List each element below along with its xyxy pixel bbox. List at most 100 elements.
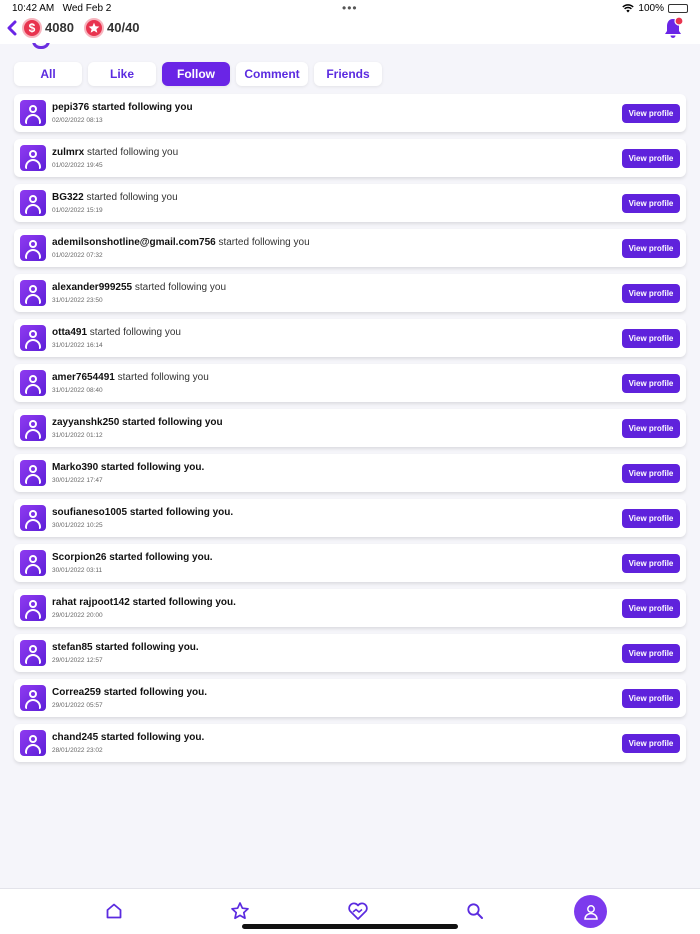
notification-text: Correa259 started following you. bbox=[52, 687, 208, 698]
timestamp: 29/01/2022 20:00 bbox=[52, 612, 103, 619]
notification-text: alexander999255 started following you bbox=[52, 282, 227, 293]
view-profile-button[interactable]: View profile bbox=[622, 149, 680, 168]
avatar[interactable] bbox=[20, 100, 46, 126]
notification-text: zayyanshk250 started following you bbox=[52, 417, 223, 428]
coins-count: 4080 bbox=[45, 20, 74, 35]
list-item: Scorpion26 started following you. 30/01/… bbox=[14, 544, 686, 582]
notification-text: rahat rajpoot142 started following you. bbox=[52, 597, 236, 608]
timestamp: 31/01/2022 01:12 bbox=[52, 432, 103, 439]
timestamp: 01/02/2022 07:32 bbox=[52, 252, 103, 259]
notification-text: soufianeso1005 started following you. bbox=[52, 507, 234, 518]
list-item: stefan85 started following you. 29/01/20… bbox=[14, 634, 686, 672]
username[interactable]: otta491 bbox=[52, 327, 87, 338]
home-indicator bbox=[242, 924, 458, 929]
username[interactable]: chand245 bbox=[52, 732, 98, 743]
username[interactable]: zulmrx bbox=[52, 147, 84, 158]
home-icon[interactable] bbox=[102, 899, 126, 923]
timestamp: 30/01/2022 03:11 bbox=[52, 567, 103, 574]
timestamp: 30/01/2022 17:47 bbox=[52, 477, 103, 484]
view-profile-button[interactable]: View profile bbox=[622, 554, 680, 573]
view-profile-button[interactable]: View profile bbox=[622, 284, 680, 303]
username[interactable]: Marko390 bbox=[52, 462, 98, 473]
list-item: Correa259 started following you. 29/01/2… bbox=[14, 679, 686, 717]
tab-like[interactable]: Like bbox=[88, 62, 156, 86]
notification-text: pepi376 started following you bbox=[52, 102, 193, 113]
username[interactable]: alexander999255 bbox=[52, 282, 132, 293]
username[interactable]: BG322 bbox=[52, 192, 84, 203]
view-profile-button[interactable]: View profile bbox=[622, 509, 680, 528]
bell-icon[interactable] bbox=[662, 16, 684, 40]
handshake-heart-icon[interactable] bbox=[346, 899, 370, 923]
list-item: soufianeso1005 started following you. 30… bbox=[14, 499, 686, 537]
username[interactable]: amer7654491 bbox=[52, 372, 115, 383]
avatar[interactable] bbox=[20, 325, 46, 351]
notification-text: chand245 started following you. bbox=[52, 732, 205, 743]
multitask-dots-icon[interactable]: ••• bbox=[342, 1, 358, 15]
view-profile-button[interactable]: View profile bbox=[622, 689, 680, 708]
search-icon[interactable] bbox=[463, 899, 487, 923]
view-profile-button[interactable]: View profile bbox=[622, 599, 680, 618]
avatar[interactable] bbox=[20, 145, 46, 171]
avatar[interactable] bbox=[20, 415, 46, 441]
username[interactable]: pepi376 bbox=[52, 102, 89, 113]
tab-friends[interactable]: Friends bbox=[314, 62, 382, 86]
tab-follow[interactable]: Follow bbox=[162, 62, 230, 86]
status-time: 10:42 AM Wed Feb 2 bbox=[12, 3, 112, 14]
timestamp: 31/01/2022 23:50 bbox=[52, 297, 103, 304]
view-profile-button[interactable]: View profile bbox=[622, 104, 680, 123]
view-profile-button[interactable]: View profile bbox=[622, 734, 680, 753]
avatar[interactable] bbox=[20, 370, 46, 396]
profile-icon[interactable] bbox=[574, 895, 607, 928]
view-profile-button[interactable]: View profile bbox=[622, 329, 680, 348]
list-item: pepi376 started following you 02/02/2022… bbox=[14, 94, 686, 132]
notification-text: otta491 started following you bbox=[52, 327, 181, 338]
username[interactable]: soufianeso1005 bbox=[52, 507, 127, 518]
username[interactable]: Scorpion26 bbox=[52, 552, 106, 563]
view-profile-button[interactable]: View profile bbox=[622, 419, 680, 438]
filter-tabs: All Like Follow Comment Friends bbox=[14, 62, 382, 86]
username[interactable]: zayyanshk250 bbox=[52, 417, 119, 428]
avatar[interactable] bbox=[20, 190, 46, 216]
notification-text: BG322 started following you bbox=[52, 192, 178, 203]
avatar[interactable] bbox=[20, 640, 46, 666]
back-chevron-icon[interactable] bbox=[6, 20, 18, 36]
status-right: 100% bbox=[622, 3, 688, 14]
list-item: Marko390 started following you. 30/01/20… bbox=[14, 454, 686, 492]
header: $ 4080 40/40 bbox=[0, 14, 700, 44]
tab-all[interactable]: All bbox=[14, 62, 82, 86]
view-profile-button[interactable]: View profile bbox=[622, 374, 680, 393]
username[interactable]: stefan85 bbox=[52, 642, 93, 653]
avatar[interactable] bbox=[20, 460, 46, 486]
username[interactable]: ademilsonshotline@gmail.com756 bbox=[52, 237, 216, 248]
notification-text: ademilsonshotline@gmail.com756 started f… bbox=[52, 237, 310, 248]
timestamp: 01/02/2022 15:19 bbox=[52, 207, 103, 214]
notification-text: Marko390 started following you. bbox=[52, 462, 205, 473]
avatar[interactable] bbox=[20, 280, 46, 306]
view-profile-button[interactable]: View profile bbox=[622, 194, 680, 213]
notification-text: amer7654491 started following you bbox=[52, 372, 209, 383]
avatar[interactable] bbox=[20, 730, 46, 756]
avatar[interactable] bbox=[20, 595, 46, 621]
tab-comment[interactable]: Comment bbox=[236, 62, 308, 86]
timestamp: 29/01/2022 12:57 bbox=[52, 657, 103, 664]
username[interactable]: rahat rajpoot142 bbox=[52, 597, 130, 608]
stars-count: 40/40 bbox=[107, 20, 140, 35]
notification-text: Scorpion26 started following you. bbox=[52, 552, 213, 563]
list-item: rahat rajpoot142 started following you. … bbox=[14, 589, 686, 627]
timestamp: 02/02/2022 08:13 bbox=[52, 117, 103, 124]
list-item: zulmrx started following you 01/02/2022 … bbox=[14, 139, 686, 177]
avatar[interactable] bbox=[20, 550, 46, 576]
view-profile-button[interactable]: View profile bbox=[622, 464, 680, 483]
star-icon[interactable] bbox=[228, 899, 252, 923]
notification-text: stefan85 started following you. bbox=[52, 642, 199, 653]
list-item: chand245 started following you. 28/01/20… bbox=[14, 724, 686, 762]
timestamp: 31/01/2022 16:14 bbox=[52, 342, 103, 349]
avatar[interactable] bbox=[20, 685, 46, 711]
avatar[interactable] bbox=[20, 505, 46, 531]
list-item: zayyanshk250 started following you 31/01… bbox=[14, 409, 686, 447]
view-profile-button[interactable]: View profile bbox=[622, 644, 680, 663]
avatar[interactable] bbox=[20, 235, 46, 261]
username[interactable]: Correa259 bbox=[52, 687, 101, 698]
list-item: alexander999255 started following you 31… bbox=[14, 274, 686, 312]
view-profile-button[interactable]: View profile bbox=[622, 239, 680, 258]
